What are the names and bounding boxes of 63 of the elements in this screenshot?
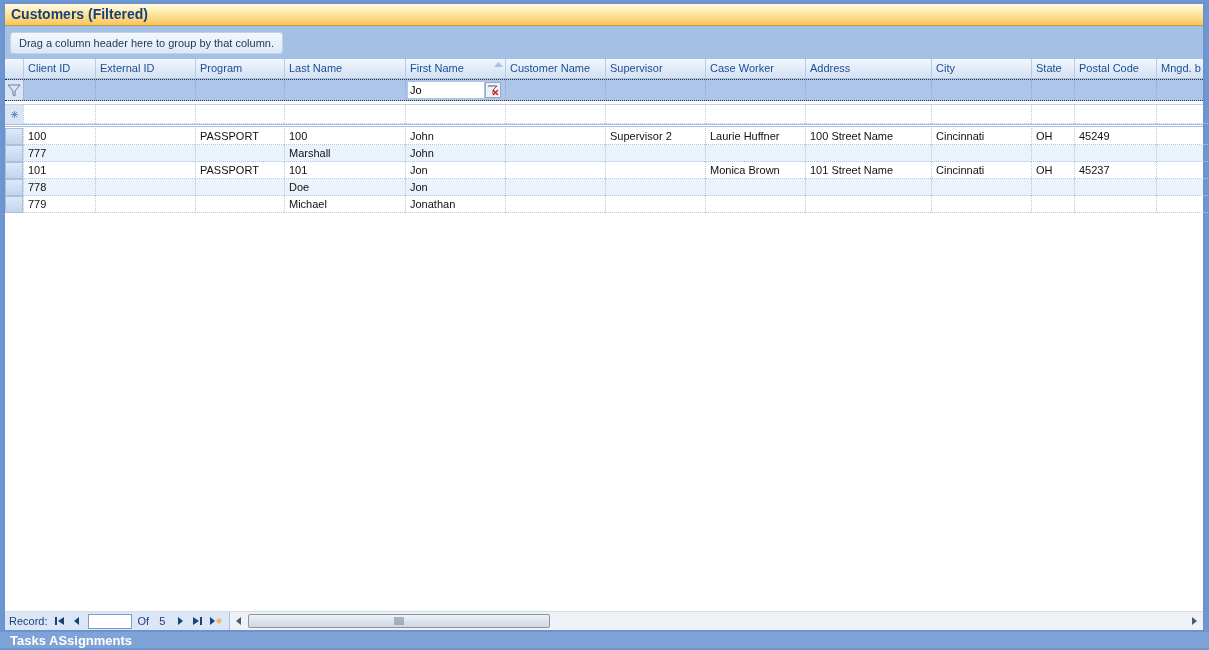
table-cell: Marshall [284,145,405,162]
scroll-right-icon[interactable] [1189,616,1199,626]
table-cell [1031,196,1074,213]
new-row-cell[interactable] [1031,105,1074,124]
new-row-icon [10,111,18,118]
column-header[interactable]: Case Worker [705,59,805,78]
table-cell: 777 [23,145,95,162]
table-cell: Jonathan [405,196,505,213]
new-row-cell[interactable] [805,105,931,124]
record-number-field[interactable] [87,613,132,629]
group-by-hint: Drag a column header here to group by that column. [10,31,283,54]
column-header[interactable]: Mngd. b [1156,59,1209,78]
of-label: Of [137,615,150,627]
new-row-cell[interactable] [95,105,195,124]
scrollbar-thumb[interactable] [248,614,551,628]
new-record-icon[interactable] [209,616,224,626]
table-cell [1031,179,1074,196]
new-row-cell[interactable] [405,105,505,124]
table-cell: 779 [23,196,95,213]
record-label: Record: [9,615,48,627]
column-header[interactable]: Client ID [23,59,95,78]
new-row-cell[interactable] [505,105,605,124]
new-row-cell[interactable] [195,105,284,124]
clear-filter-icon[interactable] [485,82,501,98]
table-cell: John [405,145,505,162]
new-row-cell[interactable] [705,105,805,124]
filter-cell[interactable]: Jo [405,80,505,100]
new-row-cell[interactable] [1156,105,1209,124]
table-cell: Michael [284,196,405,213]
panel-title: Tasks ASsignments [10,633,133,648]
column-header[interactable]: Last Name [284,59,405,78]
new-row-cell[interactable] [605,105,705,124]
last-record-icon[interactable] [191,616,204,626]
filter-icon [5,80,23,100]
new-row-cell[interactable] [284,105,405,124]
table-cell: Jon [405,179,505,196]
row-selector[interactable] [5,128,23,145]
new-row-cell[interactable] [931,105,1031,124]
new-row-cell[interactable] [23,105,95,124]
row-selector[interactable] [5,145,23,162]
table-cell: 778 [23,179,95,196]
column-header[interactable]: Program [195,59,284,78]
table-cell [1156,179,1209,196]
panel-title: Customers (Filtered) [5,4,1203,26]
column-header[interactable]: External ID [95,59,195,78]
column-header[interactable]: Supervisor [605,59,705,78]
table-cell [1156,196,1209,213]
table-cell [1031,145,1074,162]
filter-input[interactable]: Jo [408,82,484,98]
column-header[interactable]: Address [805,59,931,78]
column-header[interactable]: State [1031,59,1074,78]
record-total: 5 [159,615,166,627]
row-selector[interactable] [5,179,23,196]
column-header[interactable]: Postal Code [1074,59,1156,78]
new-row-cell[interactable] [1074,105,1156,124]
row-selector[interactable] [5,196,23,213]
table-cell: Doe [284,179,405,196]
column-header[interactable]: City [931,59,1031,78]
row-selector[interactable] [5,162,23,179]
column-header[interactable]: Customer Name [505,59,605,78]
table-cell [1156,145,1209,162]
column-header[interactable]: First Name [405,59,505,78]
first-record-icon[interactable] [53,616,66,626]
